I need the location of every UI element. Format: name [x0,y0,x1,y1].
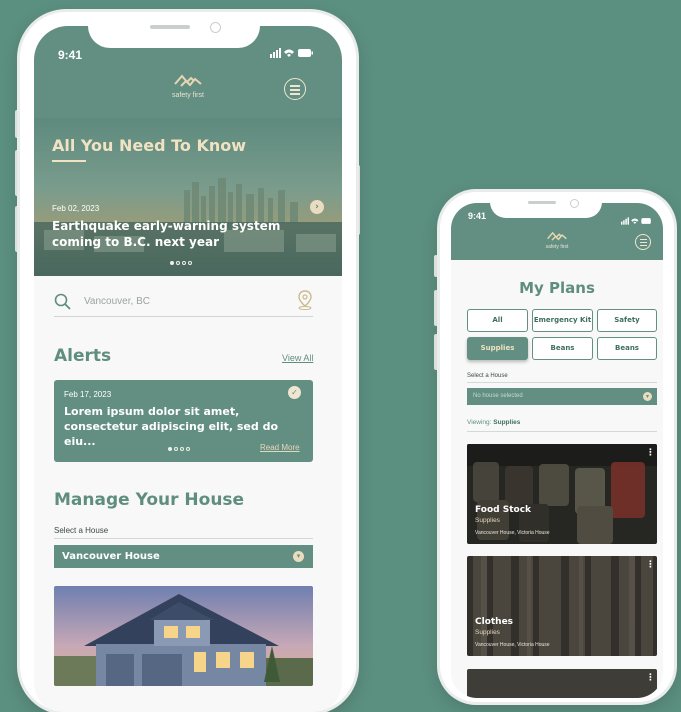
pager-dot[interactable] [182,261,186,265]
selected-house: Vancouver House [62,551,160,562]
phone-side-button [356,165,360,235]
phone-main: 9:41 safety first All You Need To Know F… [20,12,356,712]
pager-dot[interactable] [188,261,192,265]
alert-card[interactable]: Feb 17, 2023 Lorem ipsum dolor sit amet,… [54,380,313,462]
read-more-link[interactable]: Read More [260,443,300,452]
brand-name: safety first [172,92,204,99]
select-house-label: Select a House [467,373,508,379]
house-select[interactable]: Vancouver House ▾ [54,545,313,568]
divider [54,538,313,539]
card-title: Food Stock [475,505,532,515]
hero-title-underline [52,160,86,162]
filter-all[interactable]: All [467,309,528,332]
phone-side-button [434,255,438,277]
manage-house-title: Manage Your House [54,490,245,510]
divider [467,382,657,383]
filter-supplies[interactable]: Supplies [467,337,528,360]
plans-screen: 9:41 safety first My Plans All Emergency… [451,203,663,698]
house-select-placeholder: No house selected [473,393,523,399]
brand-logo: safety first [537,230,577,250]
card-houses: Vancouver House, Victoria House [475,530,550,536]
next-arrow-icon[interactable]: › [310,200,324,214]
signal-wifi-battery-icon [621,217,651,225]
plan-card[interactable]: ⋮ Food Stock Supplies Vancouver House, V… [467,444,657,544]
divider [467,431,657,432]
check-icon[interactable]: ✓ [288,386,301,399]
page-title: My Plans [519,279,595,297]
status-icons [621,212,653,230]
search-input[interactable]: Vancouver, BC [84,296,150,307]
phone-notch [88,12,260,48]
pager-dot[interactable] [170,261,174,265]
card-title: Clothes [475,617,514,627]
select-house-label: Select a House [54,526,109,535]
phone-side-button [434,290,438,326]
news-carousel[interactable]: All You Need To Know Feb 02, 2023 Earthq… [34,118,342,276]
house-illustration [54,586,313,686]
home-screen: 9:41 safety first All You Need To Know F… [34,26,342,712]
mountain-logo-icon [174,74,202,87]
chevron-down-icon[interactable]: ▾ [643,392,652,401]
card-category: Supplies [475,629,500,636]
phone-side-button [434,334,438,370]
brand-name: safety first [545,244,569,250]
signal-wifi-battery-icon [270,48,313,58]
pager-dot[interactable] [168,447,172,451]
alerts-title: Alerts [54,346,112,366]
menu-icon[interactable] [635,234,651,250]
filter-safety[interactable]: Safety [597,309,657,332]
phone-side-button [15,206,19,252]
house-photo[interactable] [54,586,313,686]
more-options-icon[interactable]: ⋮ [646,674,655,683]
status-time: 9:41 [468,211,487,221]
filter-emergency-kit[interactable]: Emergency Kit [532,309,593,332]
phone-plans: 9:41 safety first My Plans All Emergency… [440,192,674,702]
filter-beans[interactable]: Beans [532,337,593,360]
viewing-value: Supplies [493,419,521,426]
news-headline[interactable]: Earthquake early-warning system coming t… [52,218,280,250]
news-date: Feb 02, 2023 [52,204,100,213]
chevron-down-icon[interactable]: ▾ [293,551,304,562]
viewing-label: Viewing: Supplies [467,419,521,426]
status-icons [270,48,314,61]
plan-card[interactable]: ⋮ Clothes Supplies Vancouver House, Vict… [467,556,657,656]
carousel-pager[interactable] [170,261,192,265]
jars-photo [467,444,657,544]
view-all-link[interactable]: View All [282,353,313,363]
hero-title: All You Need To Know [52,136,247,155]
search-icon [54,293,71,310]
filter-beans-2[interactable]: Beans [597,337,657,360]
plan-card[interactable]: ⋮ [467,669,657,698]
card-houses: Vancouver House, Victoria House [475,642,550,648]
card-category: Supplies [475,517,500,524]
status-time: 9:41 [58,48,83,62]
more-options-icon[interactable]: ⋮ [646,561,655,570]
phone-side-button [15,150,19,196]
alert-date: Feb 17, 2023 [64,390,112,399]
pager-dot[interactable] [180,447,184,451]
alert-pager[interactable] [168,447,190,451]
pager-dot[interactable] [176,261,180,265]
house-select[interactable]: No house selected ▾ [467,388,657,405]
more-options-icon[interactable]: ⋮ [646,449,655,458]
brand-logo: safety first [158,72,218,99]
pager-dot[interactable] [186,447,190,451]
clothes-photo [467,556,657,656]
location-pin-icon [298,290,312,310]
phone-notch [490,192,602,218]
phone-side-button [15,110,19,138]
location-search[interactable]: Vancouver, BC [54,290,313,317]
pager-dot[interactable] [174,447,178,451]
menu-icon[interactable] [284,78,306,100]
mountain-logo-icon [547,231,567,241]
